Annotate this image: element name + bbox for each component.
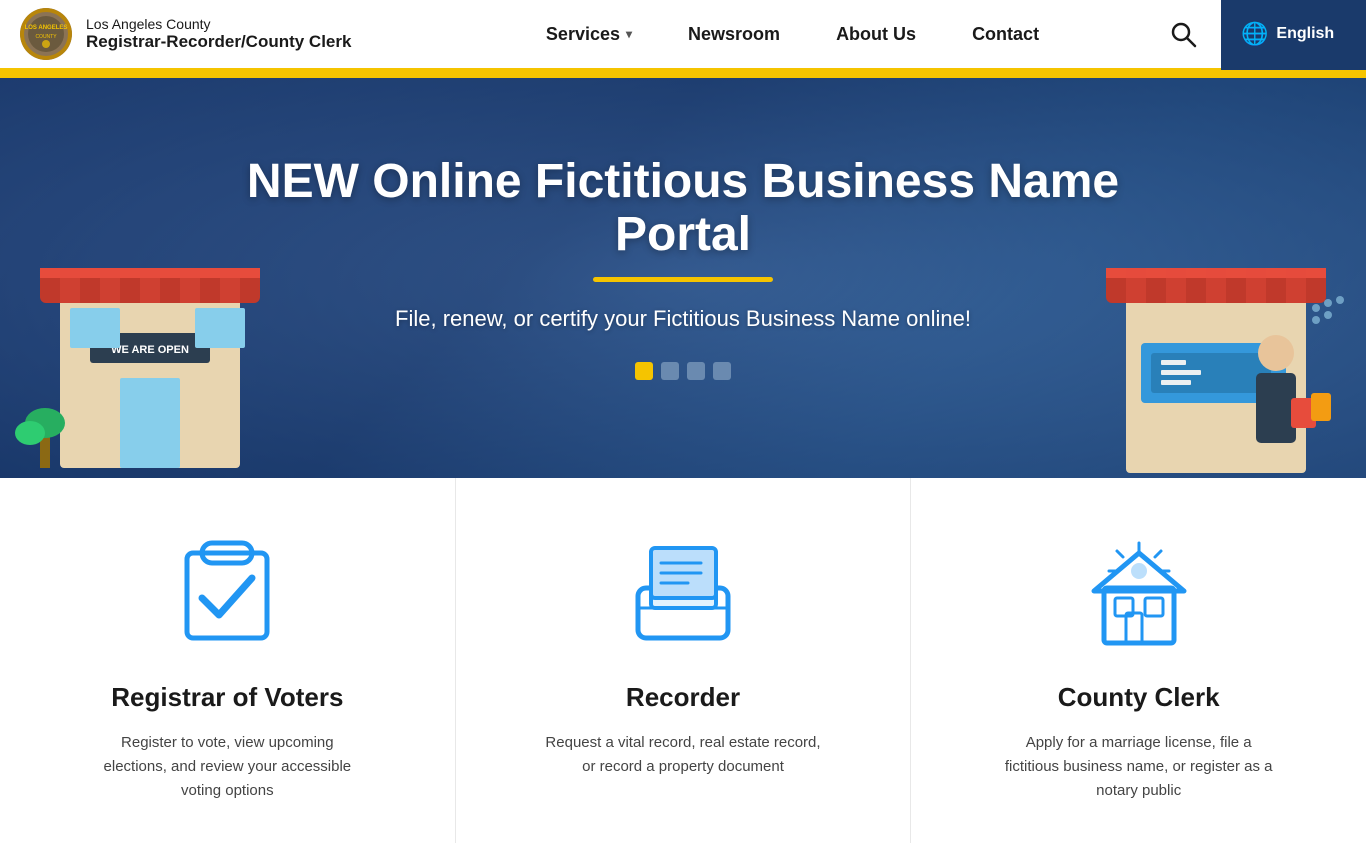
card-county-clerk[interactable]: County Clerk Apply for a marriage licens…: [911, 478, 1366, 843]
site-header: LOS ANGELES COUNTY Los Angeles County Re…: [0, 0, 1366, 72]
card-recorder[interactable]: Recorder Request a vital record, real es…: [456, 478, 912, 843]
language-selector[interactable]: 🌐 English: [1221, 0, 1366, 70]
svg-text:COUNTY: COUNTY: [35, 34, 57, 40]
card-recorder-desc: Request a vital record, real estate reco…: [543, 731, 823, 779]
org-name-line2: Registrar-Recorder/County Clerk: [86, 32, 351, 52]
hero-title: NEW Online Fictitious Business Name Port…: [233, 156, 1133, 262]
carousel-dot-1[interactable]: [635, 362, 653, 380]
search-button[interactable]: [1145, 16, 1221, 52]
language-label: English: [1276, 25, 1334, 43]
card-recorder-title: Recorder: [626, 682, 740, 713]
nav-services[interactable]: Services ▾: [518, 0, 660, 70]
hero-underline: [593, 277, 773, 282]
card-clerk-title: County Clerk: [1058, 682, 1220, 713]
hero-banner: WE ARE OPEN: [0, 78, 1366, 478]
svg-text:LOS ANGELES: LOS ANGELES: [25, 25, 68, 31]
card-voters-title: Registrar of Voters: [111, 682, 343, 713]
nav-contact[interactable]: Contact: [944, 0, 1067, 70]
logo-seal: LOS ANGELES COUNTY: [20, 8, 72, 60]
svg-text:WE ARE OPEN: WE ARE OPEN: [111, 344, 189, 356]
nav-newsroom[interactable]: Newsroom: [660, 0, 808, 70]
carousel-dot-4[interactable]: [713, 362, 731, 380]
globe-icon: 🌐: [1241, 21, 1268, 47]
logo-area[interactable]: LOS ANGELES COUNTY Los Angeles County Re…: [0, 8, 440, 60]
logo-text: Los Angeles County Registrar-Recorder/Co…: [86, 16, 351, 52]
recorder-icon: [618, 528, 748, 658]
card-voters-desc: Register to vote, view upcoming election…: [87, 731, 367, 803]
carousel-dots: [233, 362, 1133, 380]
hero-content: NEW Online Fictitious Business Name Port…: [233, 156, 1133, 381]
org-name-line1: Los Angeles County: [86, 16, 351, 32]
county-clerk-icon: [1074, 528, 1204, 658]
card-clerk-desc: Apply for a marriage license, file a fic…: [999, 731, 1279, 803]
services-chevron-icon: ▾: [626, 27, 632, 41]
search-icon[interactable]: [1165, 16, 1201, 52]
hero-subtitle: File, renew, or certify your Fictitious …: [233, 306, 1133, 332]
card-registrar-voters[interactable]: Registrar of Voters Register to vote, vi…: [0, 478, 456, 843]
carousel-dot-2[interactable]: [661, 362, 679, 380]
nav-about[interactable]: About Us: [808, 0, 944, 70]
service-cards-section: Registrar of Voters Register to vote, vi…: [0, 478, 1366, 843]
main-nav: Services ▾ Newsroom About Us Contact: [440, 0, 1145, 68]
registrar-voters-icon: [162, 528, 292, 658]
carousel-dot-3[interactable]: [687, 362, 705, 380]
